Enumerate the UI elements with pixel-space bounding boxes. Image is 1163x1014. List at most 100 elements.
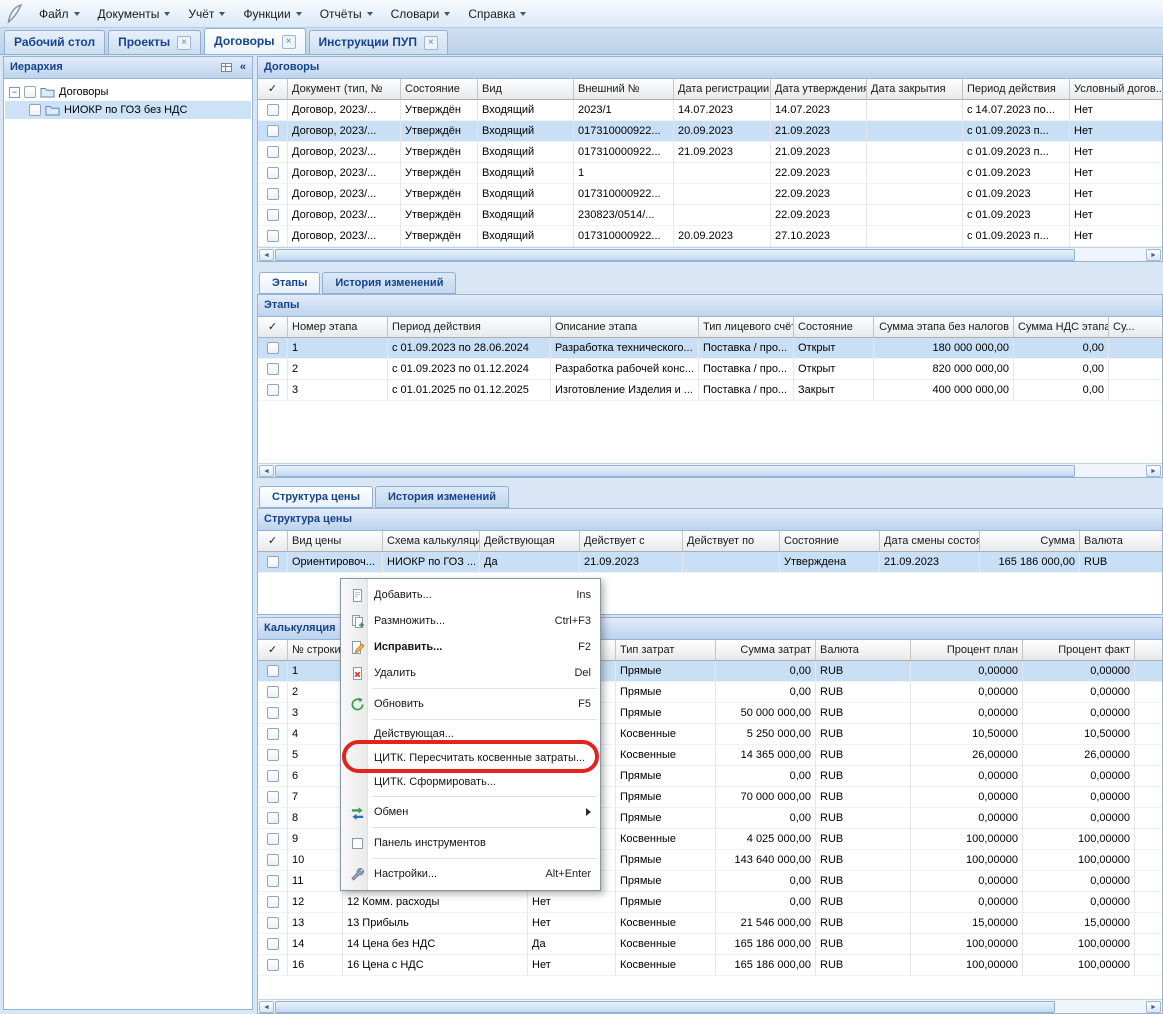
row-checkbox[interactable] [267,707,279,719]
close-tab-icon[interactable]: × [177,36,191,50]
column-header[interactable]: Внешний № [574,79,674,100]
table-row[interactable]: Договор, 2023/...УтверждёнВходящий2023/1… [258,100,1162,121]
column-header[interactable]: Дата смены состоя [880,531,980,552]
tree-checkbox[interactable] [29,104,41,116]
scroll-left-button[interactable]: ◄ [259,1001,274,1013]
column-header[interactable]: Описание этапа [551,317,699,338]
table-row[interactable]: Договор, 2023/...УтверждёнВходящий017310… [258,121,1162,142]
tree-checkbox[interactable] [24,86,36,98]
scroll-left-button[interactable]: ◄ [259,249,274,261]
row-checkbox[interactable] [267,209,279,221]
column-header[interactable]: Валюта [1080,531,1162,552]
column-header[interactable]: Вид [478,79,574,100]
column-header[interactable]: Сумма затрат [716,640,816,661]
column-header[interactable]: Условный догов... [1070,79,1162,100]
scroll-thumb[interactable] [275,1001,1055,1013]
column-header[interactable]: Дата регистрации [674,79,771,100]
row-checkbox[interactable] [267,188,279,200]
column-header[interactable]: Валюта [816,640,911,661]
scroll-left-button[interactable]: ◄ [259,465,274,477]
menu-item-toolbar-panel[interactable]: Панель инструментов [341,830,600,856]
row-checkbox[interactable] [267,384,279,396]
column-header[interactable]: Действует с [580,531,683,552]
column-header[interactable]: Документ (тип, № [288,79,401,100]
scroll-thumb[interactable] [275,249,1075,261]
tab-projects[interactable]: Проекты× [108,30,201,54]
scroll-right-button[interactable]: ► [1146,465,1161,477]
column-header[interactable]: Период действия [963,79,1070,100]
column-header[interactable] [1135,640,1162,661]
collapse-panel-icon[interactable]: « [240,57,246,78]
table-row[interactable]: 1313 ПрибыльНетКосвенные21 546 000,00RUB… [258,913,1162,934]
table-row[interactable]: Договор, 2023/...УтверждёнВходящий122.09… [258,163,1162,184]
column-header[interactable]: Процент план [911,640,1023,661]
menu-item-settings[interactable]: Настройки... Alt+Enter [341,861,600,887]
row-checkbox[interactable] [267,854,279,866]
menu-dictionaries[interactable]: Словари [382,3,460,25]
row-checkbox[interactable] [267,770,279,782]
menu-item-duplicate[interactable]: Размножить... Ctrl+F3 [341,608,600,634]
menu-reports[interactable]: Отчёты [311,3,382,25]
tab-contracts[interactable]: Договоры× [204,28,305,54]
column-header[interactable]: Сумма этапа без налогов [874,317,1014,338]
menu-accounting[interactable]: Учёт [179,3,234,25]
menu-item-current[interactable]: Действующая... [341,722,600,746]
table-row[interactable]: 1414 Цена без НДСДаКосвенные165 186 000,… [258,934,1162,955]
table-row[interactable]: 2с 01.09.2023 по 01.12.2024Разработка ра… [258,359,1162,380]
menu-item-refresh[interactable]: Обновить F5 [341,691,600,717]
table-row[interactable]: Договор, 2023/...УтверждёнВходящий017310… [258,226,1162,247]
menu-item-add[interactable]: Добавить... Ins [341,582,600,608]
row-checkbox[interactable] [267,812,279,824]
row-checkbox[interactable] [267,342,279,354]
table-row[interactable]: Ориентировоч...НИОКР по ГОЗ ...Да21.09.2… [258,552,1162,573]
close-tab-icon[interactable]: × [424,36,438,50]
row-checkbox[interactable] [267,665,279,677]
table-row[interactable]: 1616 Цена с НДСНетКосвенные165 186 000,0… [258,955,1162,976]
column-header[interactable]: Действующая [480,531,580,552]
calculation-hscrollbar[interactable]: ◄ ► [258,999,1162,1013]
row-checkbox[interactable] [267,556,279,568]
column-header[interactable]: ✓ [258,79,288,100]
row-checkbox[interactable] [267,791,279,803]
table-row[interactable]: 1212 Комм. расходыНетПрямые0,00RUB0,0000… [258,892,1162,913]
column-header[interactable]: Схема калькуляци [383,531,480,552]
row-checkbox[interactable] [267,833,279,845]
table-row[interactable]: Договор, 2023/...УтверждёнВходящий017310… [258,184,1162,205]
tree-item-niokr-goz[interactable]: НИОКР по ГОЗ без НДС [5,101,251,119]
column-header[interactable]: Вид цены [288,531,383,552]
row-checkbox[interactable] [267,896,279,908]
row-checkbox[interactable] [267,917,279,929]
column-header[interactable]: Процент факт [1023,640,1135,661]
tab-instructions-pup[interactable]: Инструкции ПУП× [309,30,448,54]
column-header[interactable]: Период действия [388,317,551,338]
menu-item-exchange[interactable]: Обмен [341,799,600,825]
column-header[interactable]: Состояние [780,531,880,552]
column-header[interactable]: ✓ [258,531,288,552]
table-row[interactable]: Договор, 2023/...УтверждёнВходящий017310… [258,142,1162,163]
stages-hscrollbar[interactable]: ◄ ► [258,463,1162,477]
row-checkbox[interactable] [267,125,279,137]
table-row[interactable]: 3с 01.01.2025 по 01.12.2025Изготовление … [258,380,1162,401]
row-checkbox[interactable] [267,875,279,887]
row-checkbox[interactable] [267,728,279,740]
column-header[interactable]: Су... [1109,317,1162,338]
menu-file[interactable]: Файл [30,3,89,25]
column-header[interactable]: Тип лицевого счёт [699,317,794,338]
column-header[interactable]: ✓ [258,640,288,661]
row-checkbox[interactable] [267,230,279,242]
row-checkbox[interactable] [267,749,279,761]
column-header[interactable]: ✓ [258,317,288,338]
column-header[interactable]: Номер этапа [288,317,388,338]
menu-help[interactable]: Справка [459,3,535,25]
column-header[interactable]: Дата закрытия [867,79,963,100]
menu-item-citk-generate[interactable]: ЦИТК. Сформировать... [341,770,600,794]
row-checkbox[interactable] [267,938,279,950]
row-checkbox[interactable] [267,146,279,158]
row-checkbox[interactable] [267,686,279,698]
tab-desktop[interactable]: Рабочий стол [4,30,105,54]
row-checkbox[interactable] [267,363,279,375]
scroll-right-button[interactable]: ► [1146,1001,1161,1013]
column-header[interactable]: Состояние [401,79,478,100]
column-header[interactable]: Действует по [683,531,780,552]
menu-documents[interactable]: Документы [89,3,180,25]
